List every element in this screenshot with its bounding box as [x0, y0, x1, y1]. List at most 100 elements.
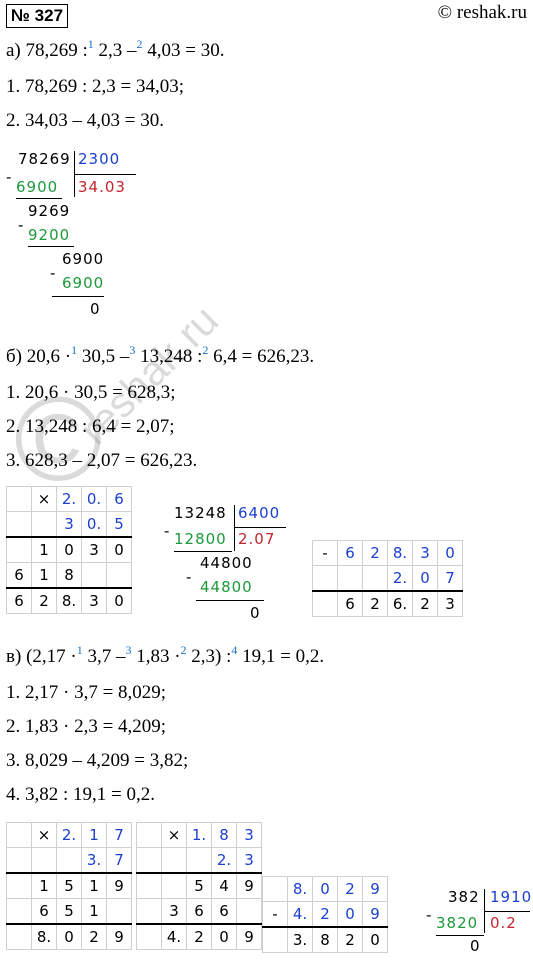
grid-cell: 5 [56, 898, 82, 925]
dividend: 13248 [174, 504, 227, 522]
grid-cell: 6 [6, 587, 32, 614]
grid-cell: 3 [236, 822, 262, 848]
grid-row: 2. 3 [136, 847, 262, 874]
grid-row: × 1. 8 3 [136, 822, 262, 848]
expr-term: 2,3 – [93, 40, 137, 61]
grid-cell: 8 [211, 822, 237, 848]
part-a-letter: а) [6, 40, 21, 61]
grid-cell: 0. [81, 486, 107, 512]
grid-cell: 6 [337, 540, 363, 566]
grid-cell: 3 [81, 587, 107, 614]
grid-cell: 0 [106, 536, 132, 563]
grid-row: -4. 2 0 9 [262, 901, 388, 928]
part-b-step-2: 2. 13,248 : 6,4 = 2,07; [6, 416, 175, 437]
underline [174, 551, 232, 552]
part-c-expression: в) (2,17 ·1 3,7 –3 1,83 ·2 2,3) :4 19,1 … [6, 643, 325, 668]
grid-row: 6 2 6. 2 3 [312, 590, 463, 617]
quotient: 34.03 [78, 178, 126, 196]
order-marker: 4 [231, 643, 238, 657]
part-b-subtraction-grid: -6 2 8. 3 0 2. 0 7 6 2 6. 2 3 [312, 540, 463, 617]
grid-cell: 6 [186, 898, 212, 925]
expr-term: (2,17 · [26, 646, 77, 667]
grid-cell: × [31, 822, 57, 848]
grid-cell: 0 [211, 923, 237, 950]
grid-cell: 0 [362, 926, 388, 953]
grid-cell [106, 898, 132, 925]
grid-cell [6, 486, 32, 512]
grid-cell: 1 [81, 872, 107, 899]
part-b-multiplication-grid: × 2. 0. 6 3 0. 5 1 0 3 0 6 1 8 6 2 8. 3 0 [6, 486, 132, 614]
grid-cell [136, 847, 162, 874]
part-c-step-4: 4. 3,82 : 19,1 = 0,2. [6, 784, 155, 805]
grid-cell: × [31, 486, 57, 512]
order-marker: 1 [87, 37, 94, 51]
grid-cell: - [262, 901, 288, 928]
expr-term: 78,269 : [25, 40, 88, 61]
part-a-step-1: 1. 78,269 : 2,3 = 34,03; [6, 76, 185, 97]
grid-row: × 2. 0. 6 [6, 486, 132, 512]
expr-term: 19,1 = 0,2. [237, 646, 325, 667]
grid-cell: 5 [56, 872, 82, 899]
part-c-step-1: 1. 2,17 · 3,7 = 8,029; [6, 682, 167, 703]
expr-term: 6,4 = 626,23. [208, 346, 315, 367]
subtrahend: 44800 [200, 578, 253, 596]
grid-cell [262, 926, 288, 953]
grid-row: 366 [136, 898, 262, 925]
problem-number-label: № 327 [11, 6, 64, 25]
underline [28, 246, 74, 247]
grid-cell: 0 [412, 565, 438, 592]
grid-cell: 9 [362, 876, 388, 902]
quotient: 0.2 [490, 914, 517, 932]
grid-cell [161, 872, 187, 899]
grid-cell: 3 [56, 511, 82, 538]
grid-cell: 1 [81, 898, 107, 925]
grid-cell: 2 [362, 540, 388, 566]
grid-cell: 3. [287, 926, 313, 953]
grid-row: 618 [6, 562, 132, 589]
grid-cell: 9 [236, 923, 262, 950]
grid-row: 651 [6, 898, 132, 925]
part-c-step-3: 3. 8,029 – 4,209 = 3,82; [6, 750, 189, 771]
grid-cell: 6 [31, 898, 57, 925]
grid-cell: 2 [362, 590, 388, 617]
grid-cell: 4. [287, 901, 313, 928]
grid-cell [6, 536, 32, 563]
grid-cell [106, 562, 132, 589]
minus-sign: - [186, 568, 193, 586]
minus-sign: - [18, 216, 25, 234]
grid-cell [81, 562, 107, 589]
subtrahend: 3820 [436, 914, 479, 932]
grid-cell [136, 872, 162, 899]
grid-cell: 8. [387, 540, 413, 566]
grid-cell: 5 [186, 872, 212, 899]
grid-cell: 9 [106, 923, 132, 950]
grid-cell [312, 590, 338, 617]
expr-term: 1,83 · [131, 646, 181, 667]
grid-cell: 7 [106, 822, 132, 848]
remainder: 6900 [62, 250, 105, 268]
part-a-expression: а) 78,269 :1 2,3 –2 4,03 = 30. [6, 37, 225, 62]
divisor: 2300 [78, 150, 121, 168]
grid-cell [161, 847, 187, 874]
division-bar-vertical [234, 505, 235, 551]
minus-sign: - [50, 264, 57, 282]
part-c-subtraction-grid: 8. 0 2 9-4. 2 0 9 3. 8 2 0 [262, 876, 388, 953]
grid-cell: 1 [31, 536, 57, 563]
grid-cell [312, 565, 338, 592]
grid-cell [31, 847, 57, 874]
divisor: 6400 [238, 504, 281, 522]
grid-cell: 4. [161, 923, 187, 950]
grid-cell: 0 [56, 923, 82, 950]
grid-cell: 0 [312, 876, 338, 902]
grid-cell: 8 [56, 562, 82, 589]
remainder: 44800 [200, 554, 253, 572]
grid-row: 6 2 8. 3 0 [6, 587, 132, 614]
expr-term: 3,7 – [82, 646, 126, 667]
grid-cell: 6 [6, 562, 32, 589]
final-remainder: 0 [90, 300, 101, 318]
part-c-step-2: 2. 1,83 · 2,3 = 4,209; [6, 716, 167, 737]
expr-term: 4,03 = 30. [142, 40, 225, 61]
underline [16, 198, 62, 199]
minus-sign: - [6, 168, 13, 186]
grid-cell: 3 [412, 540, 438, 566]
